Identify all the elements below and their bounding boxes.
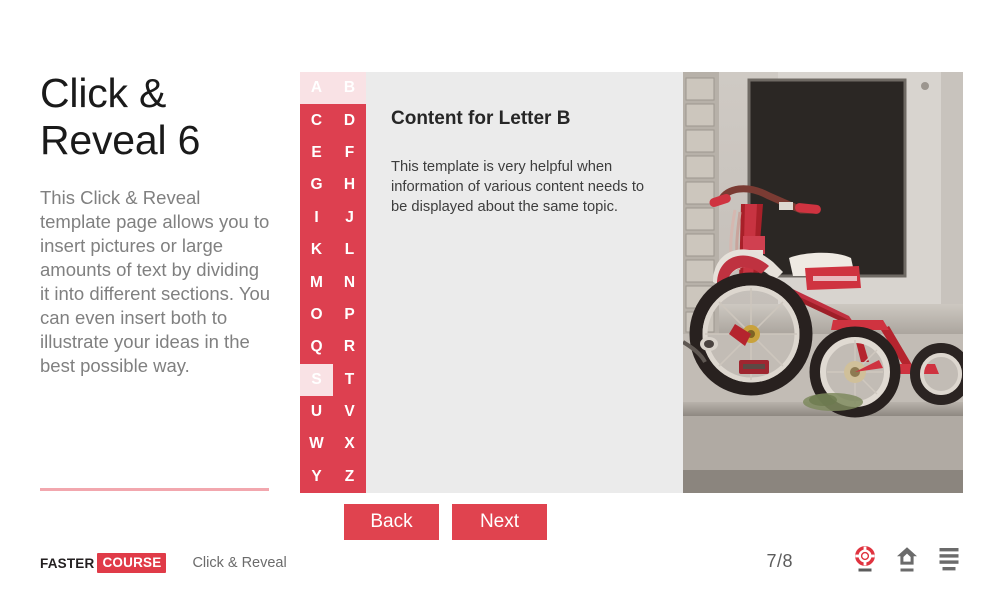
letter-cell-u[interactable]: U (300, 396, 333, 428)
next-button[interactable]: Next (452, 504, 547, 540)
letter-cell-a[interactable]: A (300, 72, 333, 105)
logo-text-faster: FASTER (40, 555, 95, 571)
letter-cell-f[interactable]: F (333, 137, 366, 169)
letter-cell-h[interactable]: H (333, 169, 366, 201)
letter-cell-d[interactable]: D (333, 104, 366, 136)
page-description: This Click & Reveal template page allows… (40, 187, 271, 376)
back-button[interactable]: Back (344, 504, 439, 540)
content-panel: Content for Letter B This template is ve… (366, 72, 683, 493)
media-image (683, 72, 963, 493)
footer-divider (40, 488, 269, 491)
footer-right: 7/8 (766, 545, 963, 577)
letter-cell-o[interactable]: O (300, 299, 333, 331)
letter-cell-x[interactable]: X (333, 428, 366, 460)
page-title: Click & Reveal 6 (40, 70, 201, 163)
home-icon[interactable] (893, 546, 921, 576)
fastercourse-logo: FASTER COURSE (40, 553, 167, 573)
letter-cell-r[interactable]: R (333, 331, 366, 363)
left-column: Click & Reveal 6 This Click & Reveal tem… (40, 70, 272, 570)
letter-cell-w[interactable]: W (300, 428, 333, 460)
letter-cell-j[interactable]: J (333, 202, 366, 234)
logo-text-course: COURSE (97, 553, 167, 573)
letter-cell-n[interactable]: N (333, 266, 366, 298)
letter-cell-k[interactable]: K (300, 234, 333, 266)
letter-cell-t[interactable]: T (333, 364, 366, 396)
letter-cell-p[interactable]: P (333, 299, 366, 331)
letter-cell-y[interactable]: Y (300, 461, 333, 493)
footer-label: Click & Reveal (192, 555, 287, 571)
help-lifebuoy-icon[interactable] (851, 546, 879, 576)
letter-cell-z[interactable]: Z (333, 461, 366, 493)
letter-grid: ABCDEFGHIJKLMNOPQRSTUVWXYZ (300, 72, 366, 493)
letter-cell-g[interactable]: G (300, 169, 333, 201)
letter-cell-s[interactable]: S (300, 363, 333, 396)
letter-cell-l[interactable]: L (333, 234, 366, 266)
content-body: This template is very helpful when infor… (391, 159, 645, 215)
letter-cell-b[interactable]: B (333, 72, 366, 105)
slide-navigation: Back Next (344, 504, 547, 540)
slide-stage: ABCDEFGHIJKLMNOPQRSTUVWXYZ Content for L… (300, 72, 963, 496)
page-counter: 7/8 (766, 550, 793, 571)
letter-cell-m[interactable]: M (300, 266, 333, 298)
menu-icon[interactable] (935, 546, 963, 576)
letter-cell-c[interactable]: C (300, 104, 333, 136)
letter-cell-i[interactable]: I (300, 202, 333, 234)
letter-cell-v[interactable]: V (333, 396, 366, 428)
footer-left: FASTER COURSE Click & Reveal (40, 553, 287, 573)
letter-cell-q[interactable]: Q (300, 331, 333, 363)
letter-cell-e[interactable]: E (300, 137, 333, 169)
content-heading: Content for Letter B (391, 108, 571, 129)
